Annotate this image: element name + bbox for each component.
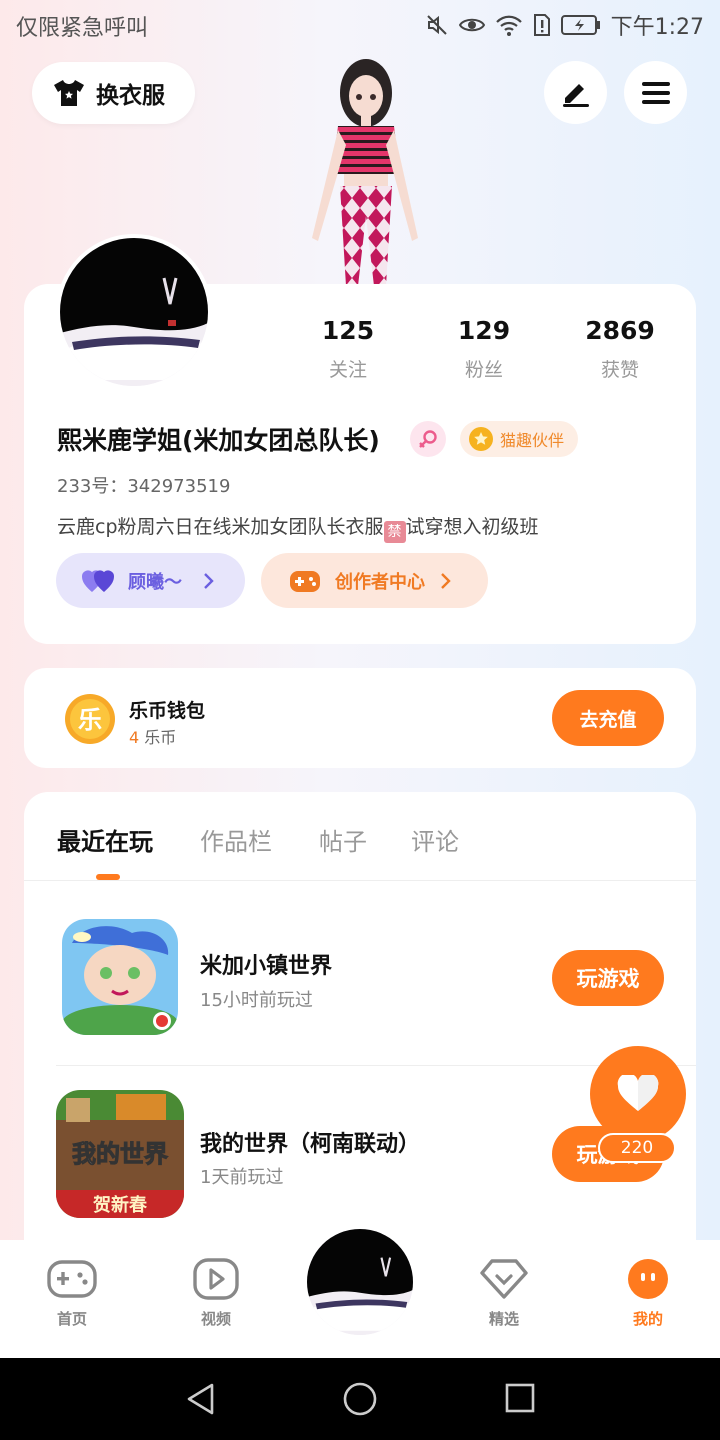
nav-mine-label: 我的 (632, 1310, 663, 1328)
banned-emoji: 禁 (383, 521, 406, 543)
status-icons: 下午1:27 (425, 9, 704, 41)
partner-badge[interactable]: 猫趣伙伴 (460, 421, 579, 457)
mute-icon (426, 15, 447, 35)
coin-glyph: 乐 (78, 706, 102, 734)
nav-featured-label: 精选 (488, 1310, 519, 1328)
recharge-button[interactable]: 去充值 (552, 690, 664, 746)
likes-count: 2869 (585, 316, 655, 345)
guxi-pill-button[interactable]: 顾曦～ (56, 553, 245, 608)
change-clothes-button[interactable]: 换衣服 (32, 62, 195, 124)
nav-video[interactable]: 视频 (166, 1258, 266, 1329)
wallet-amount: 4 (129, 728, 140, 747)
game-icon-mega-town[interactable] (62, 919, 178, 1035)
tab-posts[interactable]: 帖子 (319, 822, 367, 857)
like-count-badge: 220 (598, 1133, 676, 1163)
nav-center-avatar[interactable] (304, 1226, 416, 1338)
hamburger-menu-icon (641, 81, 670, 104)
smiley-face-icon (628, 1259, 668, 1299)
game-last-played: 15小时前玩过 (200, 990, 313, 1011)
change-clothes-label: 换衣服 (96, 83, 165, 109)
system-nav-bar (0, 1358, 720, 1440)
avatar-image (60, 238, 208, 386)
eye-icon (458, 18, 485, 32)
tab-recently-played[interactable]: 最近在玩 (57, 822, 153, 857)
following-count: 125 (321, 316, 375, 345)
tab-divider (24, 880, 696, 881)
game-last-played: 1天前玩过 (200, 1167, 284, 1188)
edit-button[interactable] (544, 61, 607, 124)
avatar-3d-figure[interactable] (288, 48, 438, 288)
tshirt-icon (54, 80, 84, 106)
clock: 下午1:27 (610, 15, 704, 40)
game-title: 米加小镇世界 (200, 954, 333, 979)
creator-center-label: 创作者中心 (335, 571, 425, 593)
user-id: 233号：342973519 (57, 476, 231, 497)
like-float-button[interactable] (590, 1046, 686, 1142)
tab-comments[interactable]: 评论 (411, 822, 459, 857)
stat-likes[interactable]: 2869 获赞 (560, 316, 680, 382)
nav-home[interactable]: 首页 (22, 1258, 122, 1329)
guxi-label: 顾曦～ (128, 571, 182, 593)
menu-button[interactable] (624, 61, 687, 124)
star-medal-icon (469, 427, 493, 451)
creator-center-button[interactable]: 创作者中心 (261, 553, 488, 608)
followers-count: 129 (457, 316, 511, 345)
nav-mine[interactable]: 我的 (598, 1258, 698, 1329)
wallet-balance: 4 乐币 (129, 724, 176, 748)
new-year-banner-text: 贺新春 (92, 1194, 148, 1216)
sim-alert-icon (533, 14, 550, 36)
bio: 云鹿cp粉周六日在线米加女团队长衣服禁试穿想入初级班 (57, 512, 539, 543)
home-circle-icon[interactable] (342, 1381, 378, 1417)
likes-label: 获赞 (600, 359, 639, 381)
status-bar: 仅限紧急呼叫 下午1:27 (0, 0, 720, 50)
chevron-right-icon (204, 572, 214, 589)
minecraft-artwork: 我的世界 贺新春 (56, 1090, 184, 1218)
chevron-right-icon (441, 572, 451, 589)
carrier-text: 仅限紧急呼叫 (16, 16, 149, 41)
play-outline-icon (193, 1258, 239, 1300)
partner-badge-label: 猫趣伙伴 (500, 431, 565, 450)
coin-icon: 乐 (65, 694, 115, 744)
profile-avatar[interactable] (56, 234, 212, 390)
followers-label: 粉丝 (464, 359, 503, 381)
game-icon-minecraft[interactable]: 我的世界 贺新春 (56, 1090, 184, 1218)
bio-text-end: 试穿想入初级班 (405, 516, 539, 538)
gender-female-badge (410, 421, 446, 457)
nickname: 熙米鹿学姐(米加女团总队长) (57, 426, 380, 455)
battery-icon (560, 15, 600, 35)
bio-text-start: 云鹿cp粉周六日在线米加女团队长衣服 (57, 516, 384, 538)
nav-video-label: 视频 (200, 1310, 231, 1328)
heart-icon (617, 1075, 659, 1111)
back-triangle-icon[interactable] (184, 1382, 218, 1416)
game-title: 我的世界（柯南联动） (200, 1132, 421, 1157)
tab-works[interactable]: 作品栏 (200, 822, 272, 857)
female-symbol-icon (419, 430, 437, 448)
minecraft-logo-text: 我的世界 (72, 1140, 168, 1168)
stat-followers[interactable]: 129 粉丝 (424, 316, 544, 382)
play-game-button[interactable]: 玩游戏 (552, 950, 664, 1006)
gamepad-outline-icon (47, 1260, 97, 1298)
wallet-title: 乐币钱包 (129, 700, 206, 722)
gamepad-icon (290, 570, 320, 592)
mega-town-artwork (62, 919, 178, 1035)
wifi-icon (495, 15, 522, 36)
double-heart-icon (82, 569, 114, 592)
recents-square-icon[interactable] (504, 1382, 536, 1414)
heart-diamond-icon (480, 1259, 528, 1299)
stat-following[interactable]: 125 关注 (288, 316, 408, 382)
following-label: 关注 (328, 359, 367, 381)
nav-avatar-image (307, 1229, 413, 1335)
nav-featured[interactable]: 精选 (454, 1258, 554, 1329)
wallet-unit: 乐币 (144, 728, 177, 747)
nav-home-label: 首页 (56, 1310, 87, 1328)
pencil-icon (562, 83, 589, 107)
